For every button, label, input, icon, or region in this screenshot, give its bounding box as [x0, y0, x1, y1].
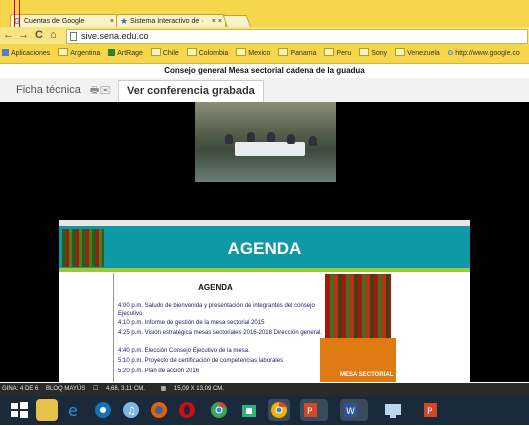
- powerpoint-icon[interactable]: P: [420, 399, 448, 421]
- windows-icon[interactable]: [8, 399, 30, 421]
- chrome-icon[interactable]: [268, 399, 290, 421]
- svg-text:P: P: [307, 407, 313, 417]
- address-bar[interactable]: sive.sena.edu.co: [66, 29, 528, 44]
- folder-icon: [278, 48, 289, 56]
- back-button[interactable]: ←: [3, 27, 14, 44]
- agenda-item: 5:20 p.m. Plan de acción 2016: [118, 368, 200, 374]
- tab-ficha-tecnica[interactable]: Ficha técnica 🖶✉: [8, 80, 119, 102]
- page-title: Consejo general Mesa sectorial cadena de…: [164, 66, 365, 75]
- participant: [287, 134, 295, 144]
- powerpoint-icon[interactable]: P: [300, 399, 328, 421]
- svg-text:♫: ♫: [127, 406, 136, 417]
- participant: [247, 132, 255, 142]
- folder-icon: [236, 48, 247, 56]
- bookmarks-bar: Aplicaciones Argentina ArtRage Chile Col…: [0, 44, 529, 64]
- participant: [309, 136, 317, 146]
- bookmark-venezuela[interactable]: Venezuela: [395, 44, 440, 63]
- bookmark-argentina[interactable]: Argentina: [58, 44, 100, 63]
- slide-header-title: AGENDA: [227, 239, 302, 258]
- media-player-icon[interactable]: [92, 399, 114, 421]
- bookmark-mexico[interactable]: Mexico: [236, 44, 270, 63]
- sena-star-icon: ★: [120, 16, 129, 26]
- bookmark-colombia[interactable]: Colombia: [186, 44, 228, 63]
- bookmark-artrage[interactable]: ArtRage: [108, 44, 143, 63]
- conference-video[interactable]: [195, 102, 336, 182]
- bookmark-chile[interactable]: Chile: [150, 44, 179, 63]
- firefox-icon[interactable]: [148, 399, 170, 421]
- folder-icon: [186, 48, 197, 56]
- print-email-icons[interactable]: 🖶✉: [90, 85, 111, 96]
- agenda-item: 4:25 p.m. Visión estratégica mesas secto…: [118, 330, 322, 336]
- google-icon: G: [447, 50, 454, 57]
- slide-accent-line: [59, 268, 470, 272]
- agenda-subtitle: AGENDA: [198, 283, 233, 292]
- page-icon: [70, 32, 77, 41]
- url-text: sive.sena.edu.co: [81, 31, 149, 41]
- bookmark-google[interactable]: Ghttp://www.google.co: [448, 44, 520, 63]
- opera-icon[interactable]: [176, 399, 198, 421]
- internet-explorer-icon[interactable]: e: [64, 399, 86, 421]
- tab-ver-conferencia[interactable]: Ver conferencia grabada: [118, 80, 264, 103]
- artrage-icon: [108, 49, 116, 56]
- bookmark-sony[interactable]: Sony: [359, 44, 387, 63]
- position-indicator: ☐ 4,68, 3,11 CM.: [92, 386, 145, 392]
- page-indicator: GINA: 4 DE 6: [2, 386, 39, 392]
- svg-text:P: P: [427, 407, 433, 417]
- bookmark-aplicaciones[interactable]: Aplicaciones: [2, 44, 50, 63]
- folder-icon: [395, 48, 406, 56]
- bookmark-peru[interactable]: Peru: [324, 44, 351, 63]
- agenda-item: 5:10 p.m. Proyecto de certificación de c…: [118, 358, 284, 364]
- folder-icon: [150, 48, 161, 56]
- folder-icon: [58, 48, 69, 56]
- participant: [225, 134, 233, 144]
- file-explorer-icon[interactable]: [36, 399, 58, 421]
- size-indicator: ▦ 15,09 X 13,09 CM.: [160, 386, 224, 392]
- folder-icon: [324, 48, 335, 56]
- store-icon[interactable]: [238, 399, 260, 421]
- home-button[interactable]: ⌂: [50, 27, 57, 44]
- folder-icon: [359, 48, 370, 56]
- tab-cuentas-google[interactable]: G Cuentas de Google ×: [10, 14, 118, 28]
- conference-table: [235, 142, 305, 156]
- svg-text:W: W: [346, 407, 355, 417]
- status-bar: GINA: 4 DE 6 BLOQ MAYÚS ☐ 4,68, 3,11 CM.…: [0, 383, 529, 396]
- word-icon[interactable]: W: [340, 399, 368, 421]
- participant: [267, 132, 275, 142]
- itunes-icon[interactable]: ♫: [120, 399, 142, 421]
- corner-label: MESA SECTORIAL: [340, 372, 394, 378]
- agenda-item: 4:00 p.m. Saludo de bienvenida y present…: [118, 303, 315, 317]
- bookmark-panama[interactable]: Panama: [278, 44, 316, 63]
- screen-icon[interactable]: [380, 399, 408, 421]
- google-icon: G: [14, 17, 21, 26]
- reload-button[interactable]: C: [35, 27, 43, 44]
- apps-icon: [2, 49, 9, 56]
- caps-lock-indicator: BLOQ MAYÚS: [46, 386, 86, 392]
- agenda-item: 4:40 p.m. Elección Consejo Ejecutivo de …: [118, 348, 250, 354]
- chrome-icon[interactable]: [208, 399, 230, 421]
- svg-text:e: e: [68, 401, 78, 420]
- bamboo-image: [62, 229, 104, 267]
- agenda-item: 4:10 p.m. Informe de gestión de la mesa …: [118, 320, 265, 326]
- tab-sistema-interactivo[interactable]: ★ Sistema Interactivo de · × ×: [116, 14, 226, 28]
- forward-button[interactable]: →: [18, 27, 29, 44]
